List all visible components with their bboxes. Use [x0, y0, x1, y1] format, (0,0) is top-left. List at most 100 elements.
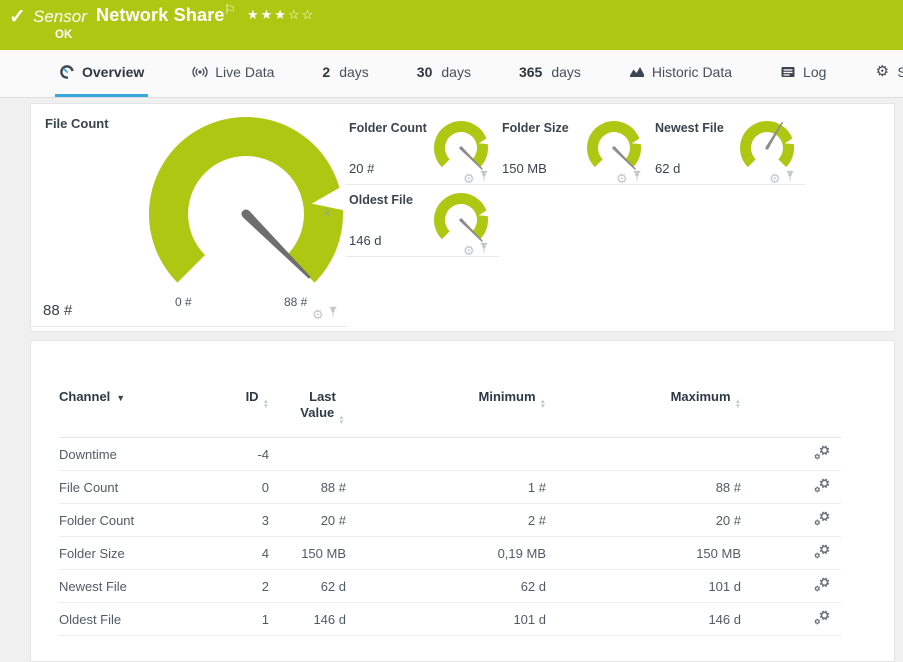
tab-overview[interactable]: Overview — [55, 50, 148, 97]
sort-arrows-icon: ▲▼ — [735, 399, 741, 409]
gear-icon[interactable]: ⚙ — [616, 172, 628, 185]
channel-name: Newest File — [59, 579, 211, 594]
tab-label: Settings — [897, 64, 903, 80]
channel-table: Channel▼ID▲▼Last Value▲▼Minimum▲▼Maximum… — [59, 341, 841, 636]
gear-icon: ⚙ — [874, 64, 890, 80]
tab-label: Live Data — [215, 64, 274, 80]
channel-id: 1 — [211, 612, 269, 627]
channel-maximum: 88 # — [546, 480, 741, 495]
gauge-tools: ⚙ — [463, 241, 489, 259]
gauge-cell-folder-count: Folder Count20 #⚙ — [346, 113, 499, 185]
log-icon — [780, 64, 796, 80]
channel-id: 3 — [211, 513, 269, 528]
tab-live-data[interactable]: Live Data — [188, 50, 278, 97]
tab-number: 30 — [417, 64, 433, 80]
gear-icon[interactable]: ⚙ — [463, 172, 475, 185]
pin-icon[interactable] — [479, 241, 489, 259]
channel-name: Folder Size — [59, 546, 211, 561]
tab-30-days[interactable]: 30 days — [413, 50, 475, 97]
tab-settings[interactable]: ⚙ Settings — [870, 50, 903, 97]
gauge-current-value: 88 # — [43, 302, 72, 319]
tab-label: Log — [803, 64, 826, 80]
tab-log[interactable]: Log — [776, 50, 830, 97]
gauge-tools: ⚙ — [616, 169, 642, 187]
col-header-maximum[interactable]: Maximum▲▼ — [546, 389, 741, 409]
channel-last-value: 20 # — [269, 513, 346, 528]
channel-minimum: 1 # — [346, 480, 546, 495]
pin-icon[interactable] — [632, 169, 642, 187]
tab-label: days — [441, 64, 471, 80]
col-header-minimum[interactable]: Minimum▲▼ — [346, 389, 546, 409]
gauge-current-value: 62 d — [655, 161, 680, 176]
gauge-cell-folder-size: Folder Size 150 MB ⚙ — [499, 113, 652, 185]
gauge-cell-oldest-file: Oldest File146 d⚙ — [346, 185, 499, 257]
edit-channel-icon[interactable] — [813, 477, 831, 497]
gauge-title: Folder Size — [502, 121, 569, 135]
sort-arrows-icon: ▲▼ — [338, 415, 344, 425]
chart-icon — [629, 64, 645, 80]
tab-historic-data[interactable]: Historic Data — [625, 50, 736, 97]
channel-row-newest-file: Newest File262 d62 d101 d — [59, 570, 841, 603]
channel-maximum: 101 d — [546, 579, 741, 594]
tab-bar: Overview Live Data 2 days 30 days 365 days Histo… — [0, 50, 903, 98]
channel-id: 0 — [211, 480, 269, 495]
status-check-icon: ✓ — [9, 4, 26, 29]
pin-icon[interactable] — [328, 305, 338, 323]
channel-table-header: Channel▼ID▲▼Last Value▲▼Minimum▲▼Maximum… — [59, 341, 841, 438]
object-kind-label: Sensor — [33, 7, 87, 27]
channel-row-folder-count: Folder Count320 #2 #20 # — [59, 504, 841, 537]
channel-last-value: 62 d — [269, 579, 346, 594]
edit-channel-icon[interactable] — [813, 576, 831, 596]
tab-365-days[interactable]: 365 days — [515, 50, 585, 97]
channel-minimum: 101 d — [346, 612, 546, 627]
channel-name: Oldest File — [59, 612, 211, 627]
edit-channel-icon[interactable] — [813, 510, 831, 530]
tab-label: days — [339, 64, 369, 80]
status-badge: OK — [55, 29, 72, 41]
gauge-current-value: 20 # — [349, 161, 374, 176]
col-header-channel[interactable]: Channel▼ — [59, 389, 211, 404]
channel-minimum: 62 d — [346, 579, 546, 594]
channel-last-value: 88 # — [269, 480, 346, 495]
tab-2-days[interactable]: 2 days — [318, 50, 372, 97]
file-count-gauge — [144, 112, 348, 316]
gauge-title: Newest File — [655, 121, 724, 135]
gauge-icon — [59, 64, 75, 80]
sensor-status-bar: ✓ Sensor Network Share ⚐ ★★★☆☆ OK — [0, 0, 903, 50]
channel-name: File Count — [59, 480, 211, 495]
pin-icon[interactable] — [785, 169, 795, 187]
edit-channel-icon[interactable] — [813, 444, 831, 464]
gauge-current-value: 150 MB — [502, 161, 547, 176]
col-header-id[interactable]: ID▲▼ — [211, 389, 269, 409]
channel-id: 2 — [211, 579, 269, 594]
channel-row-oldest-file: Oldest File1146 d101 d146 d — [59, 603, 841, 636]
tab-label: days — [551, 64, 581, 80]
gauge-tools: ⚙ — [769, 169, 795, 187]
gauge-tools: ⚙ — [312, 305, 338, 323]
col-header-last-value[interactable]: Last Value▲▼ — [269, 389, 346, 425]
flag-icon[interactable]: ⚐ — [224, 2, 236, 18]
channel-row-downtime: Downtime-4 — [59, 438, 841, 471]
edit-channel-icon[interactable] — [813, 543, 831, 563]
channel-maximum: 20 # — [546, 513, 741, 528]
gauge-title: File Count — [45, 116, 109, 131]
gear-icon[interactable]: ⚙ — [463, 244, 475, 257]
gauge-scale-min: 0 # — [175, 295, 192, 309]
channel-minimum: 0,19 MB — [346, 546, 546, 561]
channel-last-value: 146 d — [269, 612, 346, 627]
gear-icon[interactable]: ⚙ — [312, 308, 324, 321]
tab-number: 2 — [322, 64, 330, 80]
channel-name: Downtime — [59, 447, 211, 462]
channel-minimum: 2 # — [346, 513, 546, 528]
channel-row-folder-size: Folder Size4150 MB0,19 MB150 MB — [59, 537, 841, 570]
gauge-current-value: 146 d — [349, 233, 382, 248]
channel-id: 4 — [211, 546, 269, 561]
channel-row-file-count: File Count088 #1 #88 # — [59, 471, 841, 504]
edit-channel-icon[interactable] — [813, 609, 831, 629]
tab-label: Overview — [82, 64, 144, 80]
channel-maximum: 146 d — [546, 612, 741, 627]
tab-number: 365 — [519, 64, 542, 80]
priority-stars[interactable]: ★★★☆☆ — [247, 7, 315, 23]
gear-icon[interactable]: ⚙ — [769, 172, 781, 185]
sensor-title: Network Share — [96, 5, 225, 26]
